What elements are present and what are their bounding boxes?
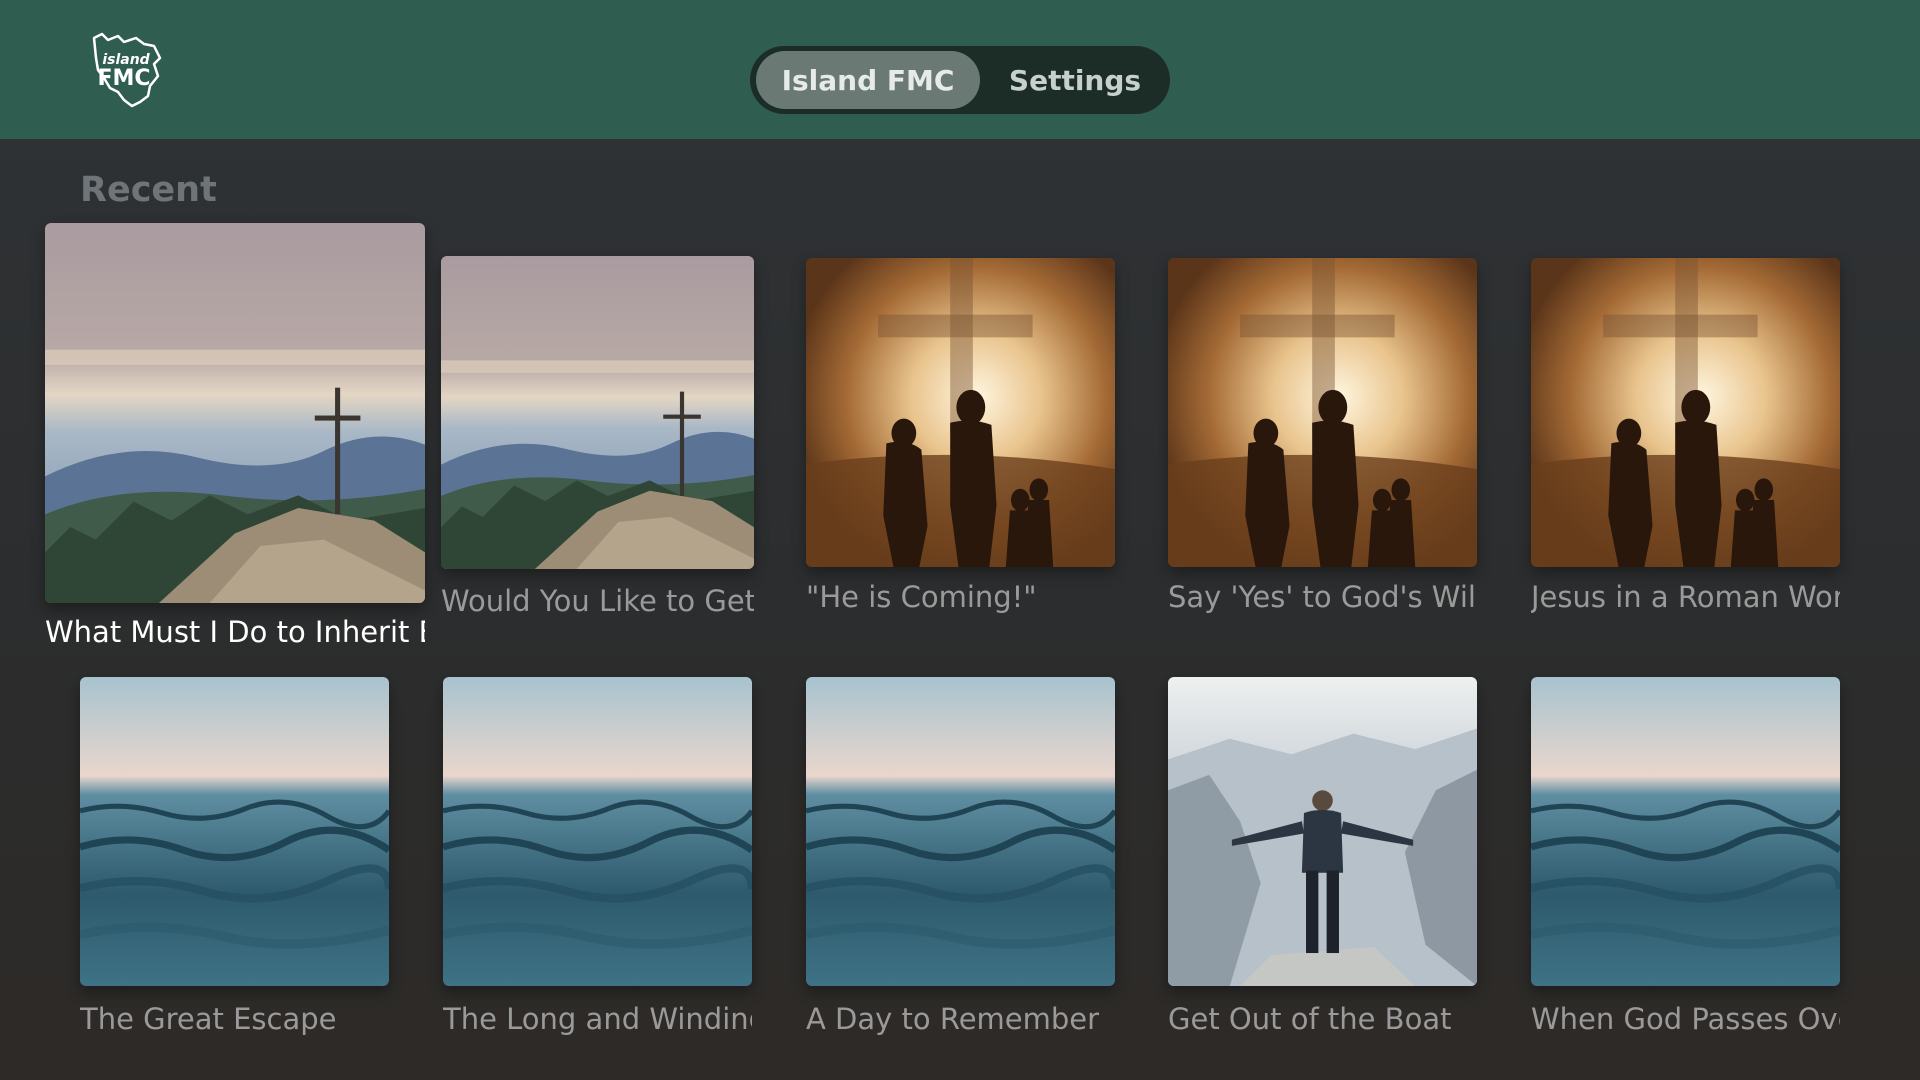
media-item[interactable]: The Great Escape (80, 677, 389, 1047)
media-item[interactable]: "He is Coming!" (806, 258, 1115, 628)
artwork-mountain-cross (45, 223, 425, 603)
artwork-ocean-waves (443, 677, 752, 986)
artwork-mountain-cross (441, 256, 754, 569)
island-fmc-logo: island FMC (88, 30, 164, 110)
media-item[interactable]: A Day to Remember (806, 677, 1115, 1047)
artwork-man-on-cliff (1168, 677, 1477, 986)
item-title: Say 'Yes' to God's Will (1168, 580, 1477, 614)
media-item[interactable]: The Long and Winding (443, 677, 752, 1047)
item-title: Jesus in a Roman Worl (1531, 580, 1840, 614)
tab-bar: Island FMC Settings (750, 46, 1170, 114)
media-item[interactable]: When God Passes Ove (1531, 677, 1840, 1047)
media-item[interactable]: Would You Like to Get (441, 256, 754, 626)
item-title: What Must I Do to Inherit Et (45, 615, 425, 649)
media-item-focused[interactable]: What Must I Do to Inherit Et (45, 223, 425, 653)
media-item[interactable]: Say 'Yes' to God's Will (1168, 258, 1477, 628)
media-item[interactable]: Jesus in a Roman Worl (1531, 258, 1840, 628)
artwork-family-cross (1168, 258, 1477, 567)
artwork-ocean-waves (1531, 677, 1840, 986)
item-title: The Long and Winding (443, 1002, 752, 1036)
media-item[interactable]: Get Out of the Boat (1168, 677, 1477, 1047)
artwork-family-cross (806, 258, 1115, 567)
item-title: Get Out of the Boat (1168, 1002, 1452, 1036)
artwork-ocean-waves (80, 677, 389, 986)
artwork-ocean-waves (806, 677, 1115, 986)
item-title: "He is Coming!" (806, 580, 1037, 614)
tab-settings[interactable]: Settings (986, 51, 1164, 109)
logo-text-bottom: FMC (97, 66, 150, 91)
section-title-recent: Recent (80, 170, 217, 210)
tab-island-fmc[interactable]: Island FMC (756, 51, 980, 109)
item-title: The Great Escape (80, 1002, 337, 1036)
item-title: A Day to Remember (806, 1002, 1100, 1036)
artwork-family-cross (1531, 258, 1840, 567)
item-title: When God Passes Ove (1531, 1002, 1840, 1036)
item-title: Would You Like to Get (441, 584, 754, 618)
